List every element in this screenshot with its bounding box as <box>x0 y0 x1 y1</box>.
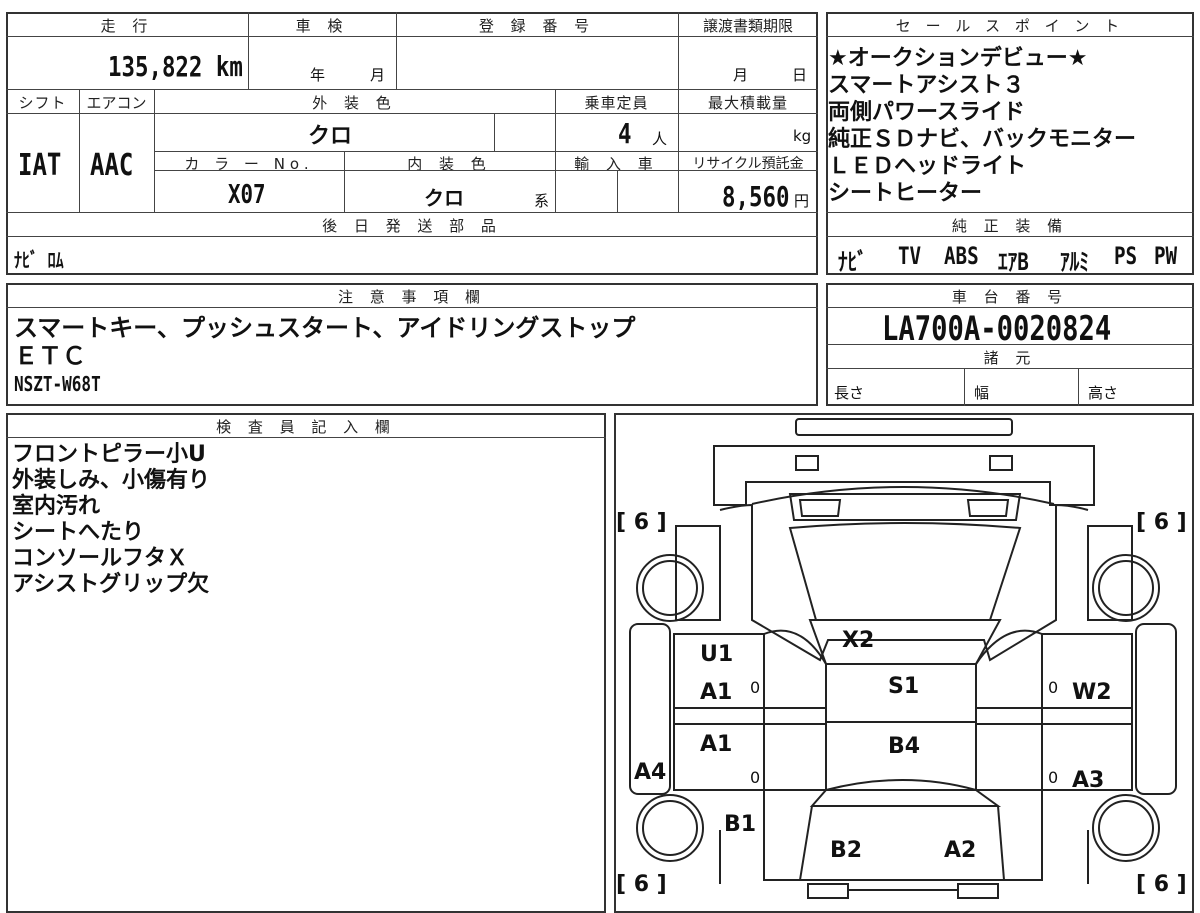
inspector-line: コンソールフタＸ <box>12 546 189 571</box>
sales-point-item: ★オークションデビュー★ <box>828 46 1088 71</box>
damage-label: B4 <box>888 734 921 759</box>
exterior-color-label: 外 装 色 <box>312 94 397 112</box>
damage-label: A4 <box>634 760 667 785</box>
interior-color-suffix: 系 <box>534 192 550 210</box>
max-load-label: 最大積載量 <box>707 94 788 112</box>
damage-label: W2 <box>1072 680 1112 705</box>
inspector-label: 検 査 員 記 入 欄 <box>216 418 396 436</box>
shift-label: シフト <box>18 94 67 112</box>
later-parts-label: 後 日 発 送 部 品 <box>322 217 502 235</box>
aircon-value: AAC <box>90 148 134 183</box>
tire-tread-front-right: [ 6 ] <box>1136 872 1187 897</box>
sales-point-item: ＬＥＤヘッドライト <box>828 154 1027 179</box>
notes-line: NSZT-W68T <box>14 372 101 396</box>
sales-point-item: 両側パワースライド <box>828 100 1025 125</box>
aircon-label: エアコン <box>86 94 147 112</box>
damage-label: X2 <box>842 628 875 653</box>
sales-point-item: 純正ＳＤナビ、バックモニター <box>828 127 1137 152</box>
sales-points-label: セ ー ル ス ポ イ ン ト <box>895 17 1125 35</box>
chassis-number: LA700A-0020824 <box>882 309 1112 349</box>
inspector-line: 外装しみ、小傷有り <box>12 468 211 493</box>
notes-line: スマートキー、プッシュスタート、アイドリングストップ <box>14 314 636 342</box>
exterior-color-value: クロ <box>308 124 353 149</box>
tire-tread-rear-left: [ 6 ] <box>616 510 667 535</box>
damage-label: B2 <box>830 838 863 863</box>
max-load-unit: kg <box>793 127 812 145</box>
equipment-item: PS <box>1114 242 1138 270</box>
damage-label: A1 <box>700 680 733 705</box>
inspector-line: シートへたり <box>12 520 145 545</box>
equipment-item: ｱﾙﾐ <box>1060 248 1089 276</box>
transfer-day-label: 日 <box>792 66 808 84</box>
zero-mark: 0 <box>750 768 761 787</box>
equipment-item: PW <box>1154 242 1178 270</box>
spec-length-label: 長さ <box>834 384 865 402</box>
inspection-month-label: 月 <box>370 66 386 84</box>
equipment-label: 純 正 装 備 <box>951 217 1069 235</box>
transfer-deadline-label: 譲渡書類期限 <box>702 17 793 35</box>
inspector-line: フロントピラー小U <box>12 442 206 467</box>
notes-line: ＥＴＣ <box>14 342 86 370</box>
equipment-item: ABS <box>944 242 979 270</box>
later-parts-value: ﾅﾋﾞ ﾛﾑ <box>14 248 64 272</box>
sales-point-item: スマートアシスト３ <box>828 73 1025 98</box>
zero-mark: 0 <box>1048 768 1059 787</box>
damage-label: A2 <box>944 838 977 863</box>
recycle-fee-value: 8,560 <box>722 180 790 213</box>
inspection-year-label: 年 <box>310 66 326 84</box>
sales-point-item: シートヒーター <box>828 181 983 206</box>
mileage-label: 走 行 <box>100 17 154 35</box>
mileage-value: 135,822 km <box>108 50 243 83</box>
transfer-month-label: 月 <box>733 66 749 84</box>
color-no-value: X07 <box>228 180 266 210</box>
chassis-label: 車 台 番 号 <box>951 288 1069 306</box>
recycle-fee-unit: 円 <box>794 192 810 210</box>
damage-label: A1 <box>700 732 733 757</box>
equipment-item: TV <box>898 242 922 270</box>
spec-height-label: 高さ <box>1088 384 1119 402</box>
notes-label: 注 意 事 項 欄 <box>337 288 487 306</box>
damage-label: A3 <box>1072 768 1105 793</box>
damage-label: S1 <box>888 674 920 699</box>
equipment-item: ｴｱB <box>998 248 1029 276</box>
capacity-value: 4 <box>618 117 632 150</box>
tire-tread-front-left: [ 6 ] <box>616 872 667 897</box>
equipment-item: ﾅﾋﾞ <box>838 248 867 276</box>
capacity-unit: 人 <box>652 130 668 148</box>
damage-label: B1 <box>724 812 757 837</box>
inspector-line: 室内汚れ <box>12 494 101 519</box>
zero-mark: 0 <box>1048 678 1059 697</box>
interior-color-value: クロ <box>424 186 464 210</box>
inspector-line: アシストグリップ欠 <box>12 572 210 597</box>
registration-label: 登 録 番 号 <box>478 17 596 35</box>
tire-tread-rear-right: [ 6 ] <box>1136 510 1187 535</box>
zero-mark: 0 <box>750 678 761 697</box>
spec-width-label: 幅 <box>974 384 990 402</box>
capacity-label: 乗車定員 <box>584 94 649 112</box>
inspection-label: 車 検 <box>295 17 349 35</box>
specs-label: 諸 元 <box>983 349 1037 367</box>
damage-label: U1 <box>700 642 734 667</box>
shift-value: IAT <box>18 148 62 183</box>
